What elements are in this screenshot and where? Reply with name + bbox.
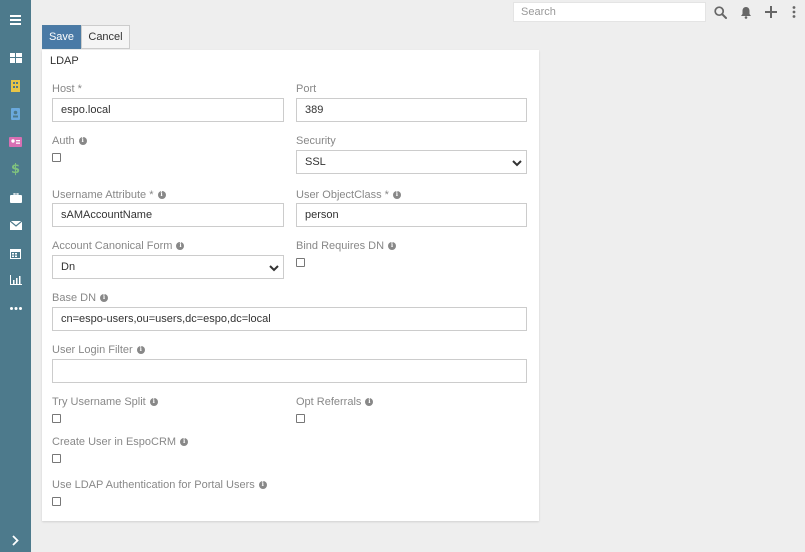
info-icon[interactable]: i (78, 137, 87, 145)
security-label: Security (296, 135, 336, 147)
more-icon[interactable] (0, 297, 31, 319)
search-input[interactable] (513, 2, 706, 22)
user-login-filter-label: User Login Filter i (52, 344, 145, 356)
chevron-down-icon (512, 160, 522, 167)
bell-icon[interactable] (738, 4, 754, 20)
auth-checkbox[interactable] (52, 153, 61, 162)
chart-icon[interactable] (0, 269, 31, 291)
dashboard-icon[interactable] (0, 47, 31, 69)
base-dn-label: Base DN i (52, 292, 109, 304)
info-icon[interactable]: i (258, 481, 267, 489)
save-button[interactable]: Save (42, 25, 81, 49)
portal-auth-label: Use LDAP Authentication for Portal Users… (52, 479, 267, 491)
menu-dots-icon[interactable] (786, 4, 802, 20)
envelope-icon[interactable] (0, 214, 31, 236)
username-attribute-field[interactable]: sAMAccountName (52, 203, 284, 227)
building-icon[interactable] (0, 75, 31, 97)
id-card-icon[interactable] (0, 131, 31, 153)
opt-referrals-label: Opt Referrals i (296, 396, 374, 408)
account-canonical-form-label: Account Canonical Form i (52, 240, 185, 252)
dollar-icon[interactable]: $ (0, 158, 31, 180)
info-icon[interactable]: i (388, 242, 397, 250)
username-attribute-label: Username Attribute * i (52, 189, 166, 201)
info-icon[interactable]: i (136, 346, 145, 354)
calendar-icon[interactable] (0, 242, 31, 264)
opt-referrals-checkbox[interactable] (296, 414, 305, 423)
user-objectclass-label: User ObjectClass * i (296, 189, 401, 201)
security-select[interactable]: SSL (296, 150, 527, 174)
contact-icon[interactable] (0, 103, 31, 125)
host-label: Host * (52, 83, 82, 95)
create-user-checkbox[interactable] (52, 454, 61, 463)
plus-icon[interactable] (763, 4, 779, 20)
panel-title: LDAP (50, 55, 79, 67)
info-icon[interactable]: i (157, 191, 166, 199)
port-label: Port (296, 83, 317, 95)
try-username-split-checkbox[interactable] (52, 414, 61, 423)
port-field[interactable]: 389 (296, 98, 527, 122)
portal-auth-checkbox[interactable] (52, 497, 61, 506)
collapse-sidebar-icon[interactable] (0, 528, 31, 552)
bind-requires-dn-checkbox[interactable] (296, 258, 305, 267)
info-icon[interactable]: i (100, 294, 109, 302)
briefcase-icon[interactable] (0, 187, 31, 209)
menu-icon[interactable] (0, 9, 31, 31)
search-icon[interactable] (712, 4, 728, 20)
create-user-label: Create User in EspoCRM i (52, 436, 189, 448)
info-icon[interactable]: i (392, 191, 401, 199)
base-dn-field[interactable]: cn=espo-users,ou=users,dc=espo,dc=local (52, 307, 527, 331)
chevron-down-icon (269, 265, 279, 272)
security-value: SSL (305, 156, 326, 168)
ldap-panel: LDAP Host * espo.local Port 389 Auth i Se… (42, 50, 539, 521)
host-field[interactable]: espo.local (52, 98, 284, 122)
auth-label: Auth i (52, 135, 87, 147)
sidebar: $ (0, 0, 31, 552)
try-username-split-label: Try Username Split i (52, 396, 158, 408)
info-icon[interactable]: i (176, 242, 185, 250)
info-icon[interactable]: i (149, 398, 158, 406)
user-objectclass-field[interactable]: person (296, 203, 527, 227)
bind-requires-dn-label: Bind Requires DN i (296, 240, 397, 252)
info-icon[interactable]: i (365, 398, 374, 406)
account-canonical-form-value: Dn (61, 261, 76, 273)
user-login-filter-field[interactable] (52, 359, 527, 383)
account-canonical-form-select[interactable]: Dn (52, 255, 284, 279)
cancel-button[interactable]: Cancel (81, 25, 130, 49)
info-icon[interactable]: i (180, 438, 189, 446)
